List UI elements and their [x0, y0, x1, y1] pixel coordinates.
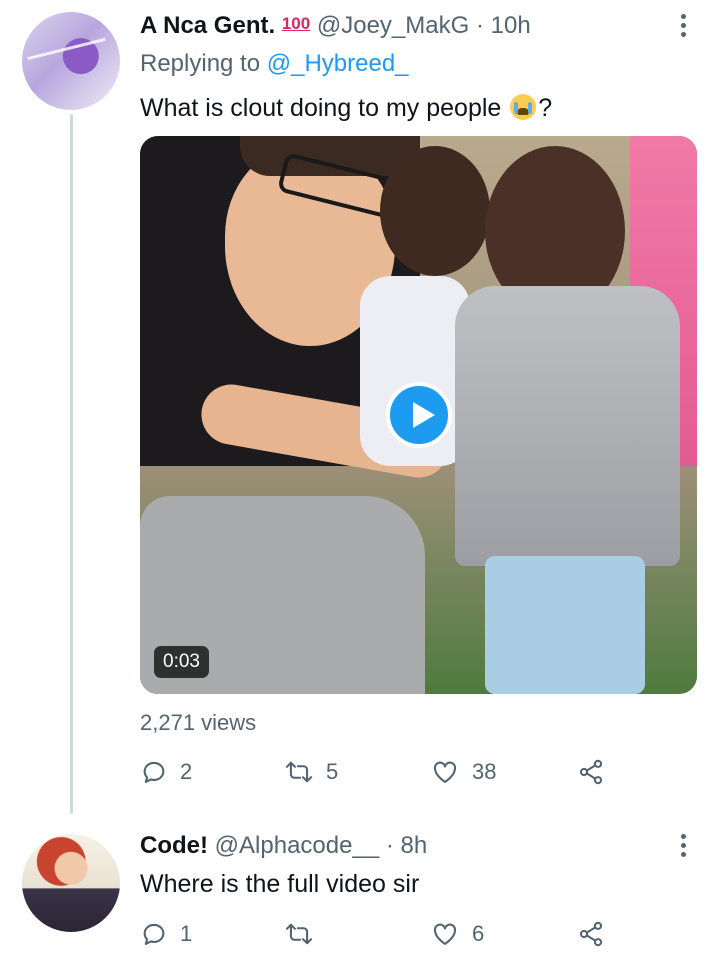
replying-to-link[interactable]: @_Hybreed_	[267, 50, 409, 77]
video-frame-child1-head	[380, 146, 490, 276]
tweet-header: Code! @Alphacode__ · 8h	[140, 832, 427, 860]
separator-dot: ·	[385, 832, 394, 859]
tweet-text: Where is the full video sir	[140, 870, 420, 898]
crying-face-icon	[510, 94, 537, 120]
reply-count: 1	[180, 921, 193, 946]
like-icon	[433, 761, 457, 783]
retweet-icon	[285, 761, 313, 783]
timestamp[interactable]: 10h	[491, 12, 531, 39]
share-button[interactable]	[576, 920, 606, 948]
like-count: 6	[472, 921, 485, 946]
timestamp[interactable]: 8h	[401, 832, 428, 859]
video-player[interactable]: 0:03	[140, 136, 697, 694]
reply-icon	[143, 923, 165, 945]
separator-dot: ·	[475, 12, 484, 39]
reply-icon	[143, 761, 165, 783]
tweet-text: What is clout doing to my people ?	[140, 94, 552, 123]
like-icon	[433, 923, 457, 945]
hundred-emoji-badge: 100	[281, 14, 311, 33]
retweet-icon	[285, 923, 313, 945]
like-count: 38	[472, 759, 497, 784]
replying-to-label: Replying to	[140, 50, 261, 77]
video-frame-child2-jeans	[485, 556, 645, 694]
replying-to: Replying to @_Hybreed_	[140, 50, 409, 78]
avatar[interactable]	[22, 834, 120, 932]
avatar[interactable]	[22, 12, 120, 110]
like-button[interactable]: 38	[430, 758, 496, 786]
retweet-button[interactable]	[284, 920, 326, 948]
tweet-text-tail: ?	[538, 94, 553, 122]
retweet-count: 5	[326, 759, 339, 784]
tweet-text-main: What is clout doing to my people	[140, 94, 502, 122]
reply-count: 2	[180, 759, 193, 784]
view-count: 2,271 views	[140, 710, 257, 735]
tweet-header: A Nca Gent. 100 @Joey_MakG · 10h	[140, 12, 531, 40]
user-handle[interactable]: @Joey_MakG	[317, 12, 469, 39]
share-icon	[579, 759, 603, 785]
user-handle[interactable]: @Alphacode__	[215, 832, 379, 859]
more-icon[interactable]	[678, 14, 688, 37]
retweet-button[interactable]: 5	[284, 758, 338, 786]
thread-line	[70, 114, 73, 814]
like-button[interactable]: 6	[430, 920, 484, 948]
share-button[interactable]	[576, 758, 606, 786]
play-icon[interactable]	[386, 382, 452, 448]
more-icon[interactable]	[678, 834, 688, 857]
display-name[interactable]: A Nca Gent.	[140, 12, 275, 39]
reply-button[interactable]: 1	[140, 920, 192, 948]
share-icon	[579, 921, 603, 947]
video-frame-child2-jacket	[455, 286, 680, 566]
display-name[interactable]: Code!	[140, 832, 208, 859]
reply-button[interactable]: 2	[140, 758, 192, 786]
video-duration: 0:03	[154, 646, 209, 678]
